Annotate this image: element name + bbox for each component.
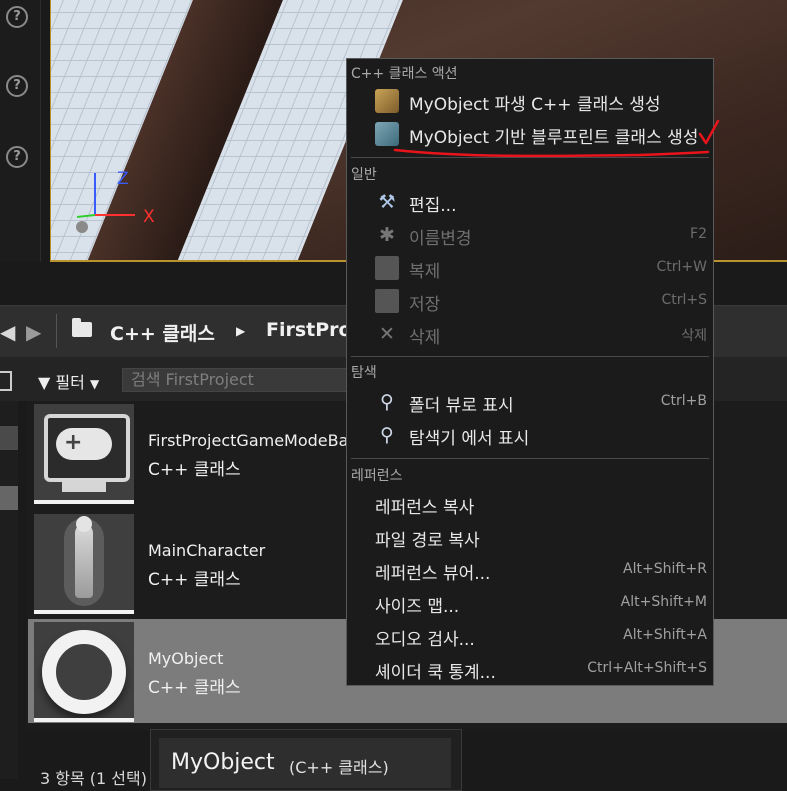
menu-item-show-in-folder-view[interactable]: ⚲ 폴더 뷰로 표시 Ctrl+B [347, 386, 713, 417]
axis-gizmo: Z X [71, 165, 181, 245]
menu-item-label: 삭제 [409, 328, 441, 348]
viewport-side-panel: ? ? ? [0, 0, 41, 262]
asset-name: MyObject [148, 649, 224, 668]
menu-item-shortcut: Ctrl+B [660, 393, 707, 409]
gamepad-icon [34, 404, 134, 504]
chevron-down-icon: ▼ [89, 377, 100, 391]
toolbar-divider [56, 314, 57, 348]
menu-item-label: 이름변경 [409, 229, 472, 249]
help-icon[interactable]: ? [6, 75, 28, 97]
menu-item-delete[interactable]: ✕ 삭제 삭제 [347, 318, 713, 349]
menu-item-label: 사이즈 맵... [375, 597, 460, 617]
filter-funnel-icon: ▼ [38, 373, 51, 392]
asset-tooltip: MyObject (C++ 클래스) [150, 729, 462, 791]
menu-item-label: 셰이더 쿡 통계... [375, 663, 496, 683]
menu-item-label: 레퍼런스 뷰어... [375, 564, 491, 584]
menu-item-label: MyObject 파생 C++ 클래스 생성 [409, 95, 661, 115]
menu-divider [351, 356, 709, 357]
menu-item-shortcut: Alt+Shift+M [620, 594, 707, 610]
menu-item-shader-cook-stats[interactable]: 셰이더 쿡 통계... Ctrl+Alt+Shift+S [347, 653, 713, 684]
menu-item-size-map[interactable]: 사이즈 맵... Alt+Shift+M [347, 587, 713, 618]
blueprint-class-icon [375, 122, 399, 146]
magnifier-icon: ⚲ [380, 424, 394, 446]
magnifier-icon: ⚲ [380, 391, 394, 413]
help-icon[interactable]: ? [6, 146, 28, 168]
item-count-status: 3 항목 (1 선택) [40, 769, 147, 788]
breadcrumb-separator[interactable]: ▶ [236, 324, 245, 338]
help-icon[interactable]: ? [6, 6, 28, 28]
menu-section-cpp-actions: C++ 클래스 액션 [351, 66, 458, 82]
folder-icon[interactable] [72, 318, 92, 337]
menu-item-label: 편집... [409, 196, 457, 216]
menu-item-label: 복제 [409, 262, 441, 282]
menu-section-explore: 탐색 [351, 365, 377, 381]
tooltip-header: MyObject (C++ 클래스) [159, 738, 451, 788]
menu-divider [351, 458, 709, 459]
rename-icon: ✱ [379, 224, 395, 246]
menu-item-shortcut: Ctrl+Alt+Shift+S [587, 660, 707, 676]
menu-item-shortcut: Alt+Shift+R [623, 561, 707, 577]
menu-item-label: 저장 [409, 295, 441, 315]
tooltip-asset-name: MyObject [171, 750, 275, 775]
menu-item-label: 폴더 뷰로 표시 [409, 396, 514, 416]
sources-panel-toggle-icon[interactable] [0, 371, 12, 391]
menu-item-shortcut: Alt+Shift+A [623, 627, 707, 643]
menu-item-rename[interactable]: ✱ 이름변경 F2 [347, 219, 713, 250]
context-menu: C++ 클래스 액션 MyObject 파생 C++ 클래스 생성 MyObje… [346, 58, 714, 686]
menu-item-reference-viewer[interactable]: 레퍼런스 뷰어... Alt+Shift+R [347, 554, 713, 585]
menu-divider [351, 157, 709, 158]
back-button[interactable]: ◀ [0, 320, 15, 344]
menu-item-show-in-explorer[interactable]: ⚲ 탐색기 에서 표시 [347, 419, 713, 450]
menu-item-edit[interactable]: ⚒ 편집... [347, 186, 713, 217]
menu-item-audit-assets[interactable]: 오디오 검사... Alt+Shift+A [347, 620, 713, 651]
delete-icon: ✕ [379, 323, 395, 345]
menu-item-shortcut: F2 [690, 226, 707, 242]
menu-section-general: 일반 [351, 167, 377, 183]
menu-item-shortcut: Ctrl+W [656, 259, 707, 275]
menu-item-label: 탐색기 에서 표시 [409, 429, 530, 449]
filter-label: 필터 [55, 373, 85, 392]
menu-item-derive-cpp-class[interactable]: MyObject 파생 C++ 클래스 생성 [347, 85, 713, 116]
menu-item-shortcut: 삭제 [681, 328, 707, 344]
menu-item-save[interactable]: 저장 Ctrl+S [347, 285, 713, 316]
filter-button[interactable]: ▼ 필터 ▼ [38, 369, 99, 393]
menu-item-label: MyObject 기반 블루프린트 클래스 생성 [409, 128, 699, 148]
save-icon [375, 289, 399, 313]
menu-item-label: 오디오 검사... [375, 630, 475, 650]
forward-button[interactable]: ▶ [26, 320, 41, 344]
breadcrumb-first-project[interactable]: FirstProj [266, 319, 358, 341]
menu-item-create-blueprint-class[interactable]: MyObject 기반 블루프린트 클래스 생성 [347, 118, 713, 149]
sources-tab[interactable] [0, 426, 18, 450]
edit-icon: ⚒ [378, 191, 396, 213]
breadcrumb-cpp-classes[interactable]: C++ 클래스 [110, 319, 215, 346]
menu-item-label: 레퍼런스 복사 [375, 498, 475, 518]
collapsed-sources-panel [0, 401, 18, 779]
axis-z-label: Z [117, 169, 129, 189]
asset-type: C++ 클래스 [148, 678, 241, 698]
duplicate-icon [375, 256, 399, 280]
search-input[interactable]: 검색 FirstProject [122, 368, 362, 392]
menu-item-copy-file-path[interactable]: 파일 경로 복사 [347, 521, 713, 552]
asset-type: C++ 클래스 [148, 460, 241, 480]
cpp-class-icon [375, 89, 399, 113]
asset-name: FirstProjectGameModeBa [148, 431, 349, 450]
menu-item-duplicate[interactable]: 복제 Ctrl+W [347, 252, 713, 283]
axis-x-label: X [143, 207, 155, 227]
sources-tab[interactable] [0, 486, 18, 510]
ring-icon [34, 622, 134, 722]
menu-section-references: 레퍼런스 [351, 468, 403, 484]
menu-item-label: 파일 경로 복사 [375, 531, 480, 551]
menu-item-copy-reference[interactable]: 레퍼런스 복사 [347, 488, 713, 519]
character-icon [34, 514, 134, 614]
asset-name: MainCharacter [148, 541, 266, 560]
asset-type: C++ 클래스 [148, 570, 241, 590]
tooltip-asset-type: (C++ 클래스) [289, 758, 389, 777]
menu-item-shortcut: Ctrl+S [661, 292, 707, 308]
